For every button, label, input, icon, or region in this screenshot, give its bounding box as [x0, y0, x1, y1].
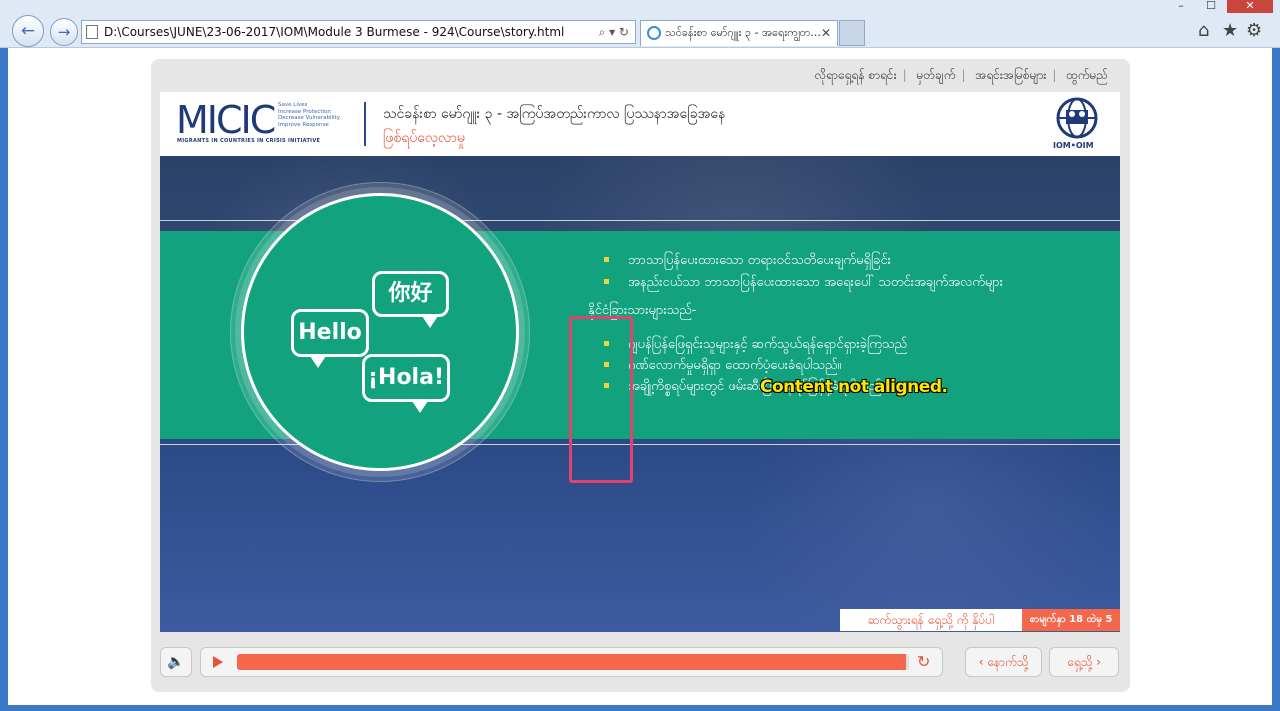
close-window-button[interactable]: ✕: [1227, 0, 1273, 13]
bullet-icon: [604, 279, 609, 284]
page-icon: [86, 25, 98, 39]
micic-logo: MICIC: [176, 98, 276, 142]
maximize-button[interactable]: ☐: [1197, 0, 1225, 13]
course-player: လိုရာရှေ့ရန် စာရင်း | မှတ်ချက် | အရင်းအမြစ…: [151, 59, 1130, 692]
logo-subtitle: MIGRANTS IN COUNTRIES IN CRISIS INITIATI…: [177, 138, 321, 144]
menu-item-notes[interactable]: မှတ်ချက်: [911, 68, 962, 82]
progress-fill: [237, 654, 906, 670]
address-text: D:\Courses\JUNE\23-06-2017\IOM\Module 3 …: [104, 25, 565, 39]
prev-button[interactable]: ‹ နောက်သို့: [965, 647, 1042, 677]
slide-title: သင်ခန်းစာ မော်ဂျူး ၃ - အကြပ်အတည်းကာလ ပြဿ…: [383, 106, 726, 122]
logo-tagline: Save Lives Increase Protection Decrease …: [278, 102, 340, 128]
continue-hint: ဆက်သွားရန် ရှေ့သို့ ကို နှိပ်ပါ: [840, 609, 1022, 631]
page-number: စာမျက်နှာ 18 ထဲမှ 5: [1022, 609, 1120, 631]
browser-tab[interactable]: သင်ခန်းစာ မော်ဂျူး ၃ - အရေးကျွတ... ✕: [640, 20, 838, 46]
slide-subtitle: ဖြစ်ရပ်လေ့လာမှု: [383, 130, 465, 146]
home-icon[interactable]: ⌂: [1198, 20, 1209, 41]
iom-label: IOM•OIM: [1053, 141, 1094, 150]
seekbar-container: ↻: [200, 647, 943, 677]
favorites-star-icon[interactable]: ★: [1222, 20, 1238, 41]
ie-icon: [647, 26, 661, 40]
back-arrow-icon[interactable]: ←: [12, 15, 44, 47]
menu-item-resources[interactable]: အရင်းအမြစ်များ: [969, 68, 1052, 82]
slide: MICIC Save Lives Increase Protection Dec…: [160, 92, 1120, 632]
slide-header: MICIC Save Lives Increase Protection Dec…: [160, 92, 1120, 156]
browser-chrome: – ☐ ✕ ← → D:\Courses\JUNE\23-06-2017\IOM…: [0, 0, 1280, 48]
replay-icon[interactable]: ↻: [917, 652, 930, 671]
bullet-icon: [604, 257, 609, 262]
annotation-highlight-box: [569, 316, 633, 483]
address-tools-icon[interactable]: ⌕ ▾ ↻: [599, 21, 629, 43]
new-tab-button[interactable]: [839, 20, 865, 46]
menu-item-outline[interactable]: လိုရာရှေ့ရန် စာရင်း: [809, 68, 903, 82]
hello-bubble: Hello: [291, 309, 369, 357]
tab-title: သင်ခန်းစာ မော်ဂျူး ၃ - အရေးကျွတ...: [665, 26, 821, 39]
minimize-button[interactable]: –: [1167, 0, 1195, 13]
nihao-bubble: 你好: [372, 271, 449, 317]
next-button[interactable]: ရှေ့သို့ ›: [1049, 647, 1119, 677]
menu-item-exit[interactable]: ထွက်မည်: [1060, 68, 1114, 82]
settings-gear-icon[interactable]: ⚙: [1246, 20, 1262, 41]
audio-button[interactable]: 🔈: [160, 647, 192, 677]
tab-close-icon[interactable]: ✕: [821, 21, 831, 45]
speaker-icon: 🔈: [167, 654, 185, 670]
address-bar[interactable]: D:\Courses\JUNE\23-06-2017\IOM\Module 3 …: [81, 20, 636, 44]
hola-bubble: ¡Hola!: [362, 354, 450, 402]
top-menu: လိုရာရှေ့ရန် စာရင်း | မှတ်ချက် | အရင်းအမြစ…: [809, 67, 1114, 85]
annotation-text: Content not aligned.: [760, 377, 948, 397]
forward-arrow-icon[interactable]: →: [50, 18, 78, 46]
progress-bar[interactable]: [237, 654, 909, 670]
play-icon[interactable]: [213, 656, 223, 668]
language-circle: [241, 193, 519, 471]
header-divider: [364, 102, 366, 146]
